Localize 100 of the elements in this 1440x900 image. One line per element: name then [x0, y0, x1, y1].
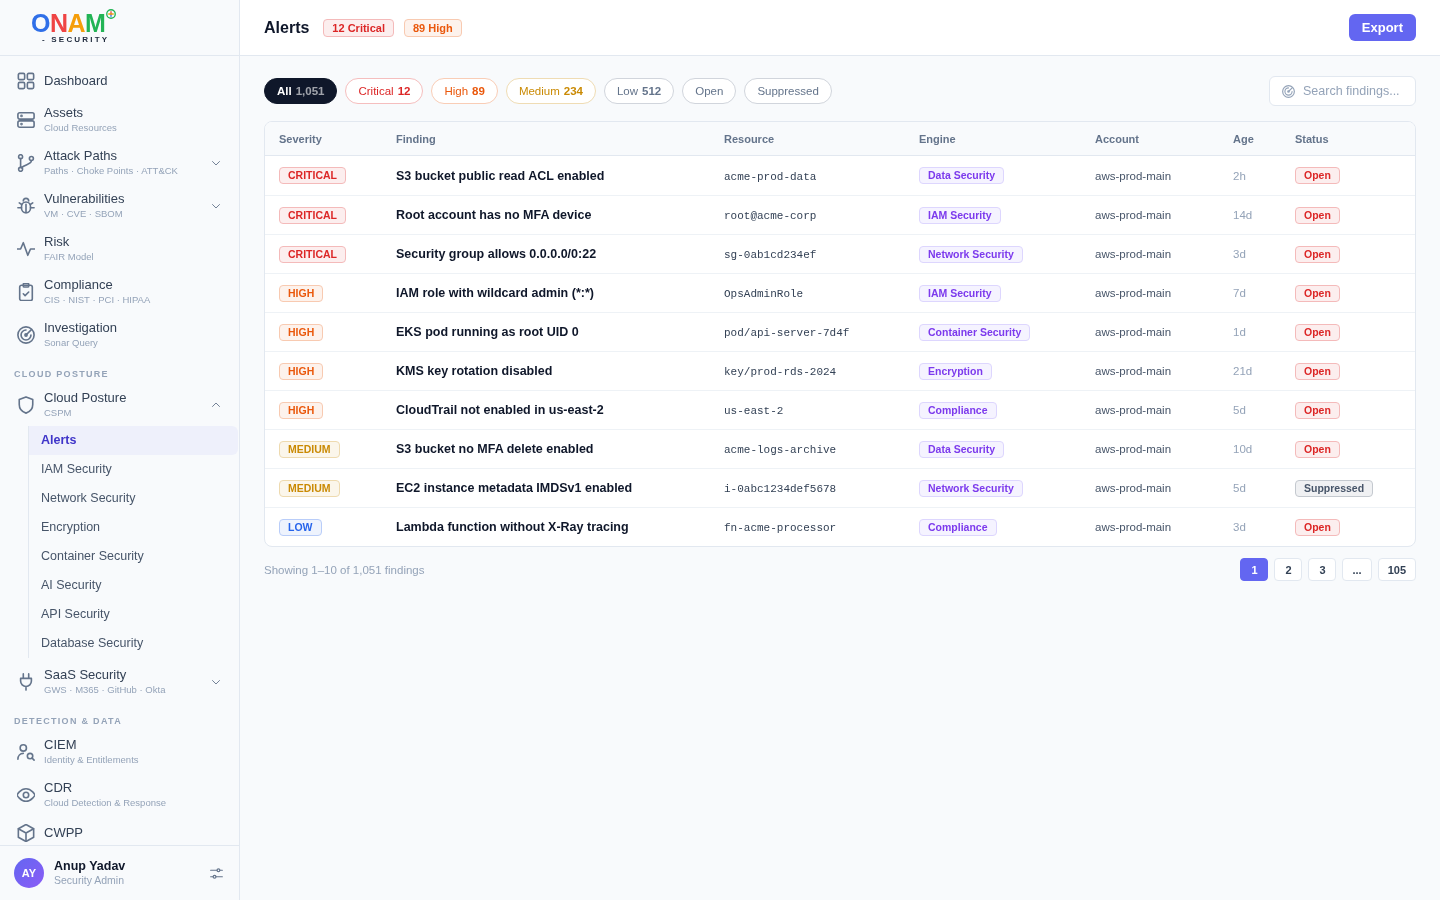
filter-chip[interactable]: All 1,051 — [264, 78, 338, 104]
section-label: DETECTION & DATA — [13, 715, 123, 727]
finding-title: EKS pod running as root UID 0 — [396, 325, 579, 339]
finding-title: KMS key rotation disabled — [396, 364, 553, 378]
filter-chip[interactable]: Suppressed — [744, 78, 832, 104]
radar-icon — [17, 325, 35, 344]
age-text: 3d — [1233, 248, 1246, 260]
column-header: Severity — [279, 132, 322, 145]
status-badge: Open — [1295, 284, 1340, 302]
engine-tag: Network Security — [919, 479, 1023, 497]
engine-tag: Data Security — [919, 167, 1005, 184]
nav-item[interactable]: Investigation Sonar Query — [0, 313, 239, 356]
nav-item[interactable]: Attack Paths Paths · Choke Points · ATT&CK — [0, 141, 239, 184]
bug-icon — [17, 196, 35, 215]
resource-id: acme-logs-archive — [724, 444, 837, 456]
plus-circle-icon — [106, 8, 117, 19]
logo-wordmark: ONAM — [31, 11, 106, 34]
column-header: Engine — [919, 132, 956, 145]
status-badge: Open — [1295, 440, 1340, 458]
status-badge: Open — [1295, 362, 1340, 380]
nav-subitem[interactable]: API Security — [29, 600, 238, 629]
filter-chip[interactable]: Critical 12 — [345, 78, 424, 104]
nav-subitem[interactable]: Container Security — [29, 542, 238, 571]
nav-item[interactable]: Vulnerabilities VM · CVE · SBOM — [0, 184, 239, 227]
nav-item[interactable]: Cloud Posture CSPM — [0, 383, 239, 426]
eye-icon — [17, 785, 35, 804]
severity-badge: CRITICAL — [279, 245, 346, 263]
engine-tag: Encryption — [919, 362, 992, 380]
age-text: 3d — [1233, 521, 1246, 533]
account-name: aws-prod-main — [1095, 287, 1172, 299]
count-badge: 89 High — [403, 18, 462, 37]
age-text: 21d — [1233, 365, 1253, 377]
export-button[interactable]: Export — [1348, 14, 1416, 41]
nav-subitem[interactable]: Network Security — [29, 484, 238, 513]
age-text: 10d — [1233, 443, 1253, 455]
engine-tag: Container Security — [919, 323, 1031, 341]
nav-subitem[interactable]: Encryption — [29, 513, 238, 542]
nav-item[interactable]: CIEM Identity & Entitlements — [0, 730, 239, 773]
search-field[interactable]: Search findings... — [1269, 76, 1416, 106]
branch-icon — [17, 153, 35, 172]
nav-subitem[interactable]: AI Security — [29, 571, 238, 600]
nav-item[interactable]: SaaS Security GWS · M365 · GitHub · Okta — [0, 660, 239, 703]
filter-chip[interactable]: Low 512 — [603, 78, 675, 104]
finding-title: S3 bucket no MFA delete enabled — [396, 442, 594, 456]
resource-id: OpsAdminRole — [724, 288, 804, 300]
finding-title: IAM role with wildcard admin (*:*) — [396, 286, 594, 300]
resource-id: i-0abc1234def5678 — [724, 483, 837, 495]
nav-item[interactable]: CDR Cloud Detection & Response — [0, 773, 239, 816]
severity-badge: HIGH — [279, 362, 324, 380]
nav-subitem[interactable]: Database Security — [29, 629, 238, 658]
severity-badge: LOW — [279, 518, 322, 536]
results-summary: Showing 1–10 of 1,051 findings — [264, 563, 425, 576]
nav-item[interactable]: Compliance CIS · NIST · PCI · HIPAA — [0, 270, 239, 313]
status-badge: Open — [1295, 167, 1340, 184]
page-button[interactable]: ... — [1342, 558, 1372, 581]
nav-subitem[interactable]: IAM Security — [29, 455, 238, 484]
engine-tag: Compliance — [919, 401, 997, 419]
finding-title: Lambda function without X-Ray tracing — [396, 520, 629, 534]
finding-title: Root account has no MFA device — [396, 208, 592, 222]
account-name: aws-prod-main — [1095, 365, 1172, 377]
age-text: 1d — [1233, 326, 1246, 338]
age-text: 2h — [1233, 169, 1246, 182]
page-button[interactable]: 2 — [1274, 558, 1303, 581]
logo-tagline: - SECURITY — [42, 34, 110, 44]
account-name: aws-prod-main — [1095, 209, 1172, 221]
severity-badge: MEDIUM — [279, 479, 340, 497]
user-role: Security Admin — [54, 874, 125, 887]
resource-id: sg-0ab1cd234ef — [724, 249, 817, 261]
severity-badge: HIGH — [279, 323, 324, 341]
status-badge: Open — [1295, 323, 1340, 341]
radar-icon — [1282, 84, 1295, 98]
filter-chip[interactable]: High 89 — [431, 78, 498, 104]
filter-chip[interactable]: Open — [682, 78, 737, 104]
user-name: Anup Yadav — [54, 859, 126, 874]
finding-title: Security group allows 0.0.0.0/0:22 — [396, 247, 597, 261]
nav-item[interactable]: Assets Cloud Resources — [0, 98, 239, 141]
page-button[interactable]: 1 — [1240, 558, 1269, 581]
status-badge: Open — [1295, 206, 1340, 224]
plug-icon — [17, 672, 35, 691]
shield-icon — [17, 395, 35, 414]
sliders-icon[interactable] — [210, 866, 223, 880]
resource-id: key/prod-rds-2024 — [724, 366, 837, 378]
status-badge: Suppressed — [1295, 479, 1374, 497]
nav-item[interactable]: Dashboard — [0, 64, 239, 98]
status-badge: Open — [1295, 518, 1340, 536]
age-text: 5d — [1233, 404, 1246, 416]
resource-id: root@acme-corp — [724, 210, 817, 222]
nav-subitem[interactable]: Alerts — [29, 426, 238, 455]
page-button[interactable]: 3 — [1308, 558, 1337, 581]
nav-item[interactable]: CWPP — [0, 816, 239, 845]
nav-item[interactable]: Risk FAIR Model — [0, 227, 239, 270]
account-name: aws-prod-main — [1095, 404, 1172, 416]
user-search-icon — [17, 742, 35, 761]
page-button[interactable]: 105 — [1377, 558, 1416, 581]
resource-id: fn-acme-processor — [724, 522, 837, 534]
column-header: Account — [1095, 132, 1139, 145]
account-name: aws-prod-main — [1095, 521, 1172, 533]
clipboard-check-icon — [17, 282, 35, 301]
account-name: aws-prod-main — [1095, 326, 1172, 338]
severity-badge: CRITICAL — [279, 167, 346, 184]
